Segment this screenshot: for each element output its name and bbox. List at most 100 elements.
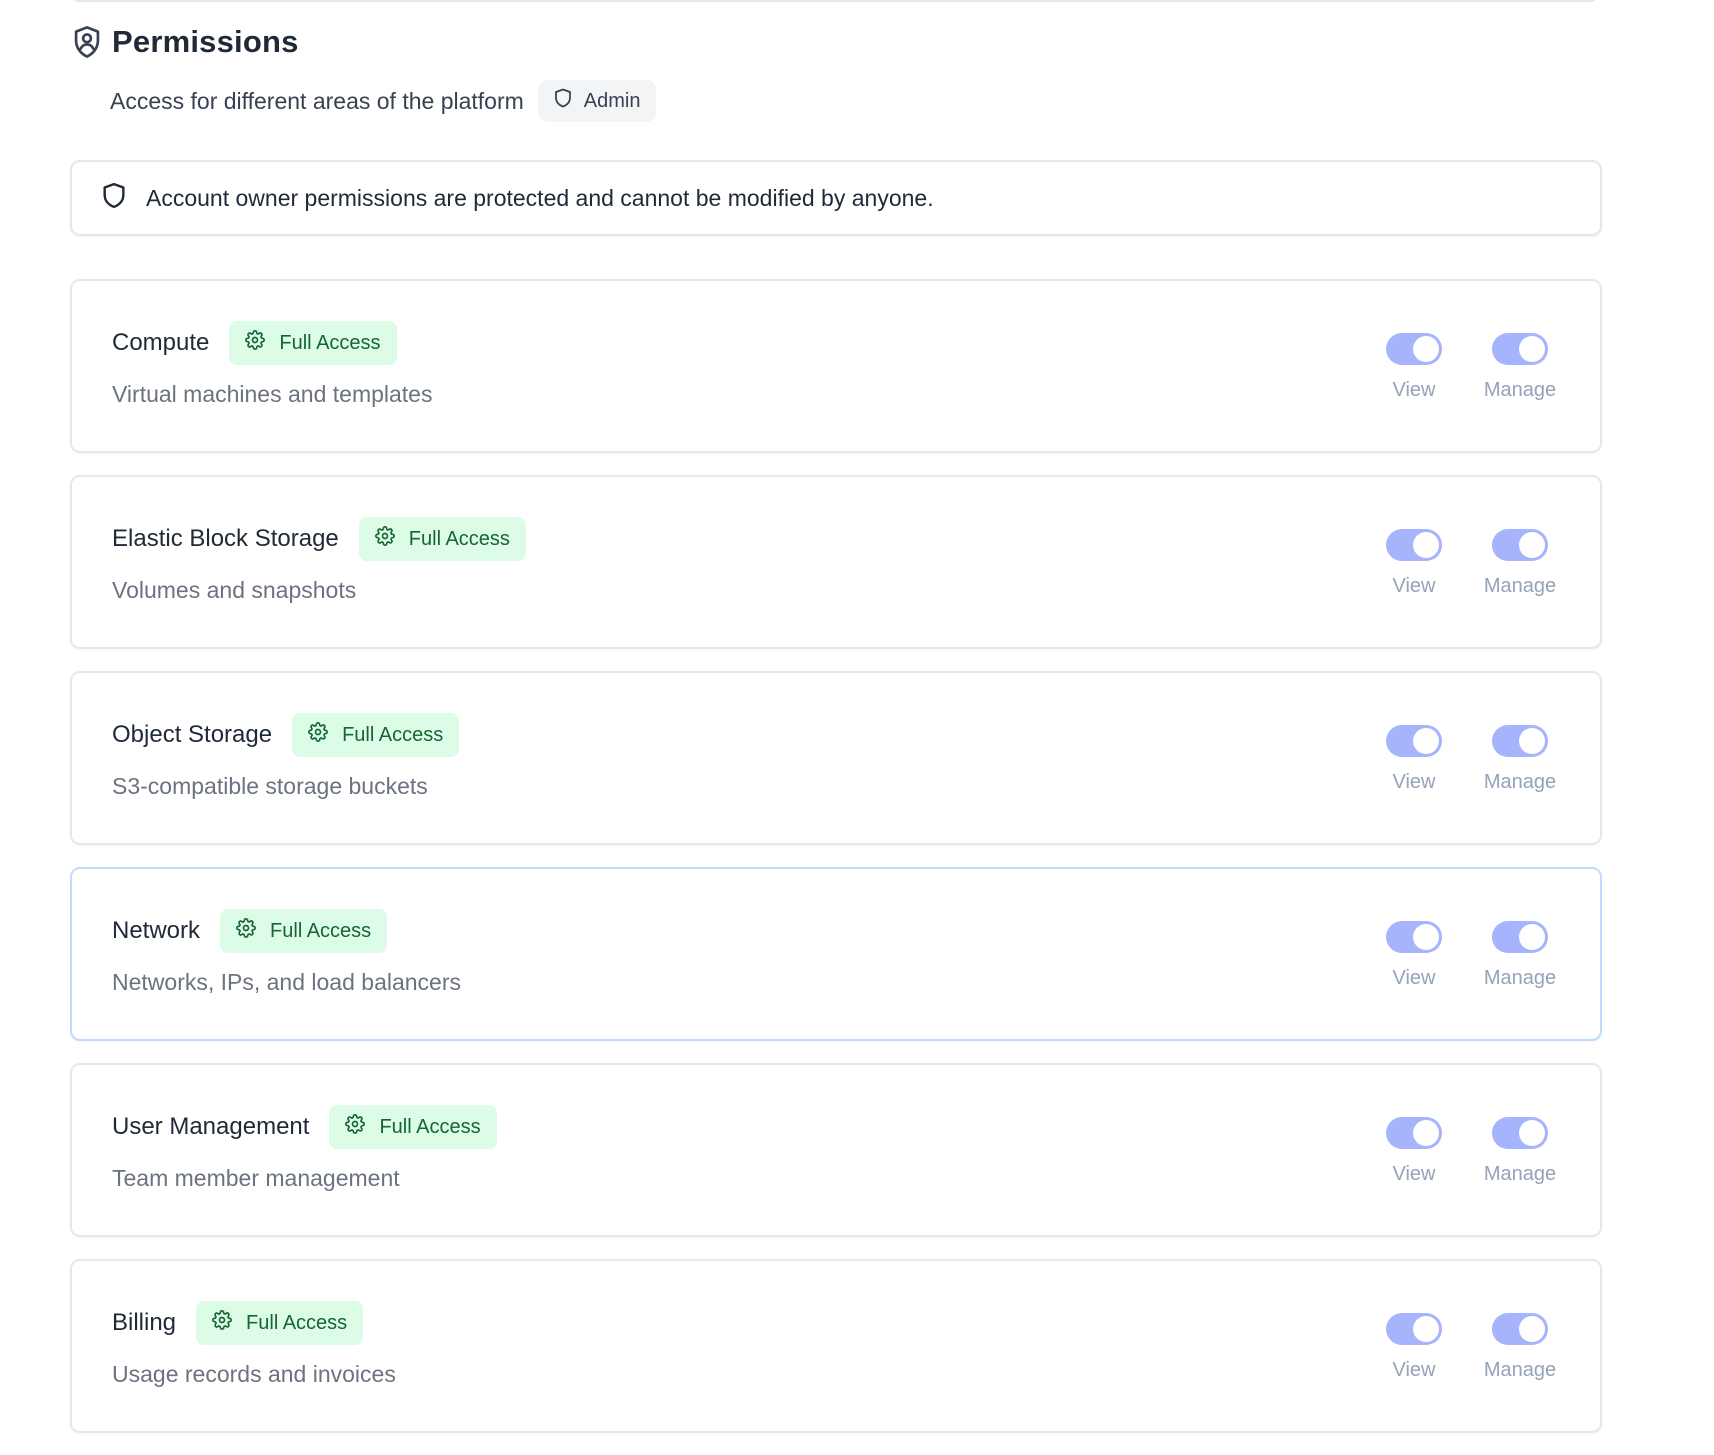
- permission-description: S3-compatible storage buckets: [112, 773, 428, 799]
- permission-name: Elastic Block Storage: [112, 525, 339, 552]
- gear-icon: [245, 330, 266, 356]
- gear-icon: [308, 722, 329, 748]
- view-toggle-label: View: [1392, 967, 1436, 989]
- permissions-header: Permissions Access for different areas o…: [72, 24, 657, 122]
- manage-toggle-group: Manage: [1482, 725, 1558, 794]
- toggle-knob: [1519, 1316, 1545, 1342]
- permission-info: Compute Full Access Virtual machines and…: [112, 321, 432, 408]
- view-toggle[interactable]: [1386, 725, 1442, 757]
- view-toggle-label: View: [1392, 1359, 1436, 1381]
- toggle-knob: [1519, 1120, 1545, 1146]
- permission-name: Object Storage: [112, 721, 273, 748]
- permission-description: Networks, IPs, and load balancers: [112, 969, 462, 995]
- permission-card-compute: Compute Full Access Virtual machines and…: [70, 279, 1602, 453]
- toggle-knob: [1413, 336, 1439, 362]
- permission-info: Billing Full Access Usage records and in…: [112, 1301, 396, 1388]
- permission-card-network: Network Full Access Networks, IPs, and l…: [70, 867, 1602, 1041]
- permission-card-elastic-block-storage: Elastic Block Storage Full Access Volume…: [70, 475, 1602, 649]
- page-subtitle: Access for different areas of the platfo…: [110, 87, 524, 114]
- permission-toggles: View Manage: [1376, 529, 1558, 598]
- view-toggle-group: View: [1376, 725, 1452, 794]
- access-level-label: Full Access: [246, 1311, 348, 1334]
- previous-section-edge: [70, 0, 1600, 2]
- permission-toggles: View Manage: [1376, 333, 1558, 402]
- manage-toggle-label: Manage: [1483, 1163, 1557, 1185]
- view-toggle-group: View: [1376, 333, 1452, 402]
- view-toggle-label: View: [1392, 1163, 1436, 1185]
- manage-toggle-group: Manage: [1482, 1313, 1558, 1382]
- view-toggle[interactable]: [1386, 333, 1442, 365]
- manage-toggle[interactable]: [1492, 529, 1548, 561]
- toggle-knob: [1413, 728, 1439, 754]
- permission-title-row: User Management Full Access: [112, 1105, 497, 1149]
- permission-title-row: Billing Full Access: [112, 1301, 396, 1345]
- view-toggle-group: View: [1376, 1313, 1452, 1382]
- toggle-knob: [1413, 924, 1439, 950]
- access-level-label: Full Access: [279, 331, 381, 354]
- role-badge: Admin: [537, 80, 657, 122]
- permission-description: Volumes and snapshots: [112, 577, 357, 603]
- notice-text: Account owner permissions are protected …: [146, 184, 934, 211]
- toggle-knob: [1519, 728, 1545, 754]
- toggle-knob: [1519, 336, 1545, 362]
- shield-icon: [554, 88, 572, 114]
- manage-toggle-group: Manage: [1482, 333, 1558, 402]
- permission-info: Object Storage Full Access S3-compatible…: [112, 713, 460, 800]
- permission-title-row: Network Full Access: [112, 909, 461, 953]
- permission-description: Virtual machines and templates: [112, 381, 433, 407]
- role-badge-label: Admin: [583, 89, 641, 112]
- view-toggle-group: View: [1376, 1117, 1452, 1186]
- permission-name: Billing: [112, 1309, 177, 1336]
- manage-toggle[interactable]: [1492, 1117, 1548, 1149]
- manage-toggle[interactable]: [1492, 725, 1548, 757]
- permission-description: Usage records and invoices: [112, 1361, 396, 1387]
- title-row: Permissions: [72, 24, 656, 60]
- manage-toggle-label: Manage: [1483, 575, 1557, 597]
- access-level-label: Full Access: [379, 1115, 481, 1138]
- toggle-knob: [1413, 1316, 1439, 1342]
- shield-user-icon: [72, 25, 102, 59]
- page-title: Permissions: [112, 24, 299, 59]
- manage-toggle[interactable]: [1492, 333, 1548, 365]
- manage-toggle-group: Manage: [1482, 1117, 1558, 1186]
- permission-info: Network Full Access Networks, IPs, and l…: [112, 909, 461, 996]
- permission-name: User Management: [112, 1113, 310, 1140]
- permission-toggles: View Manage: [1376, 1117, 1558, 1186]
- manage-toggle-label: Manage: [1483, 379, 1557, 401]
- toggle-knob: [1413, 532, 1439, 558]
- view-toggle-group: View: [1376, 921, 1452, 990]
- view-toggle[interactable]: [1386, 529, 1442, 561]
- gear-icon: [212, 1310, 232, 1336]
- toggle-knob: [1519, 924, 1545, 950]
- manage-toggle[interactable]: [1492, 1313, 1548, 1345]
- permission-title-row: Object Storage Full Access: [112, 713, 460, 757]
- permission-toggles: View Manage: [1376, 921, 1558, 990]
- manage-toggle-label: Manage: [1483, 771, 1557, 793]
- view-toggle-label: View: [1392, 575, 1436, 597]
- view-toggle-label: View: [1392, 771, 1436, 793]
- view-toggle[interactable]: [1386, 921, 1442, 953]
- access-level-label: Full Access: [342, 723, 444, 746]
- owner-protection-notice: Account owner permissions are protected …: [70, 160, 1602, 236]
- permission-toggles: View Manage: [1376, 1313, 1558, 1382]
- permission-name: Network: [112, 917, 201, 944]
- access-level-badge: Full Access: [292, 713, 460, 757]
- shield-icon: [102, 182, 126, 214]
- access-level-badge: Full Access: [220, 909, 388, 953]
- view-toggle-label: View: [1392, 379, 1436, 401]
- permission-card-object-storage: Object Storage Full Access S3-compatible…: [70, 671, 1602, 845]
- access-level-badge: Full Access: [329, 1105, 497, 1149]
- permission-title-row: Elastic Block Storage Full Access: [112, 517, 526, 561]
- manage-toggle-group: Manage: [1482, 921, 1558, 990]
- view-toggle[interactable]: [1386, 1117, 1442, 1149]
- access-level-label: Full Access: [270, 919, 372, 942]
- manage-toggle-group: Manage: [1482, 529, 1558, 598]
- toggle-knob: [1519, 532, 1545, 558]
- manage-toggle[interactable]: [1492, 921, 1548, 953]
- permission-name: Compute: [112, 329, 210, 356]
- view-toggle[interactable]: [1386, 1313, 1442, 1345]
- access-level-badge: Full Access: [358, 517, 526, 561]
- permission-info: User Management Full Access Team member …: [112, 1105, 497, 1192]
- access-level-label: Full Access: [408, 527, 510, 550]
- view-toggle-group: View: [1376, 529, 1452, 598]
